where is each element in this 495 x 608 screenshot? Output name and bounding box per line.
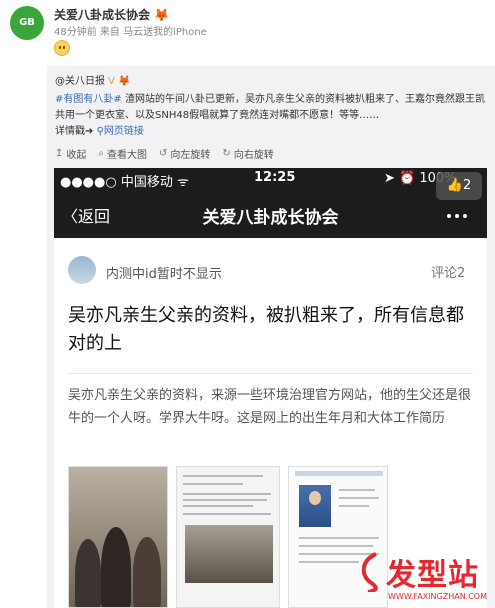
watermark-logo: 发型站 WWW.FAXINGZHAN.COM xyxy=(356,548,495,608)
view-large-label: 查看大图 xyxy=(107,150,147,161)
watermark-url: WWW.FAXINGZHAN.COM xyxy=(388,592,487,601)
author-name-text[interactable]: 关爱八卦成长协会 xyxy=(54,8,150,22)
user-name: 内测中id暂时不显示 xyxy=(106,267,222,282)
rotate-right-label: 向右旋转 xyxy=(233,150,274,161)
rotate-left-button[interactable]: ↺ 向左旋转 xyxy=(159,146,210,161)
smiley-icon xyxy=(54,40,70,56)
avatar[interactable] xyxy=(68,256,96,284)
image-toolbar: ↥ 收起 ⌕ 查看大图 ↺ 向左旋转 ↻ 向右旋转 xyxy=(55,146,274,161)
rotate-left-label: 向左旋转 xyxy=(170,150,211,161)
status-time: 12:25 xyxy=(254,170,296,185)
collapse-label: 收起 xyxy=(66,150,87,161)
rotate-left-icon: ↺ xyxy=(159,148,168,159)
like-badge[interactable]: 👍2 xyxy=(436,172,482,200)
verified-icon: V 🦊 xyxy=(108,76,131,87)
view-large-button[interactable]: ⌕ 查看大图 xyxy=(98,146,147,161)
rotate-right-icon: ↻ xyxy=(222,148,231,159)
phone-status-bar: ●●●●○ 中国移动 ᯤ 12:25 ➤ ⏰ 100% xyxy=(54,168,487,192)
rotate-right-button[interactable]: ↻ 向右旋转 xyxy=(222,146,273,161)
carrier-signal: ●●●●○ 中国移动 ᯤ xyxy=(60,175,189,190)
post-author-name[interactable]: 关爱八卦成长协会 🦊 xyxy=(54,6,169,23)
collapse-icon: ↥ xyxy=(55,148,64,159)
article-body: 吴亦凡亲生父亲的资料，来源一些环境治理官方网站，他的生父还是很牛的一个人呀。学界… xyxy=(68,388,472,426)
document-thumbnail[interactable] xyxy=(176,466,280,608)
repost-author[interactable]: @关八日报 V 🦊 xyxy=(55,72,130,87)
repost-author-name[interactable]: @关八日报 xyxy=(55,76,105,87)
post-header: GB 关爱八卦成长协会 🦊 48分钟前 来自 马云送我的iPhone xyxy=(0,0,495,70)
watermark-swirl-icon xyxy=(361,552,378,592)
magnify-icon: ⌕ xyxy=(98,148,104,159)
watermark-text: 发型站 xyxy=(386,558,479,593)
divider xyxy=(68,373,473,374)
post-meta: 48分钟前 来自 马云送我的iPhone xyxy=(54,27,207,38)
comment-row: 内测中id暂时不显示 评论2 xyxy=(68,256,473,286)
phone-nav-bar: 〈返回 关爱八卦成长协会 xyxy=(54,192,487,238)
more-icon[interactable] xyxy=(447,214,467,218)
comment-count[interactable]: 评论2 xyxy=(431,262,465,281)
meeting-photo-thumbnail[interactable] xyxy=(68,466,168,608)
fox-icon: 🦊 xyxy=(154,8,169,22)
repost-text: #有图有八卦# 渣网站的午间八卦已更新，吴亦凡亲生父亲的资料被扒粗来了、王嘉尔竟… xyxy=(55,92,491,140)
detail-label: 详情戳➜ xyxy=(55,126,94,137)
collapse-button[interactable]: ↥ 收起 xyxy=(55,146,86,161)
embedded-phone-screenshot[interactable]: ●●●●○ 中国移动 ᯤ 12:25 ➤ ⏰ 100% 〈返回 关爱八卦成长协会… xyxy=(54,168,487,608)
topic-link[interactable]: #有图有八卦# xyxy=(55,94,122,105)
avatar[interactable]: GB xyxy=(10,6,44,40)
web-link[interactable]: 网页链接 xyxy=(104,126,144,137)
link-icon: ⚲ xyxy=(96,126,104,137)
nav-title: 关爱八卦成长协会 xyxy=(202,208,339,228)
article-headline: 吴亦凡亲生父亲的资料，被扒粗来了，所有信息都对的上 xyxy=(68,305,464,354)
